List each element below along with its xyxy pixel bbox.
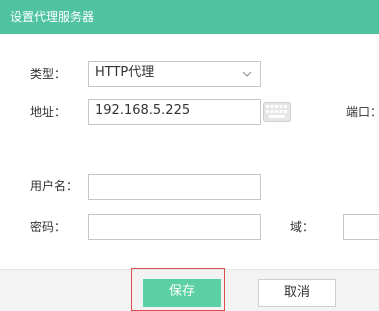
username-label: 用户名： — [30, 179, 79, 193]
username-input[interactable] — [88, 174, 261, 200]
address-input-value: 192.168.5.225 — [95, 103, 191, 118]
type-select[interactable]: HTTP代理 — [88, 61, 261, 87]
type-select-value: HTTP代理 — [95, 65, 155, 80]
type-label: 类型： — [30, 67, 67, 81]
keyboard-icon[interactable] — [263, 102, 291, 122]
address-input[interactable]: 192.168.5.225 — [88, 99, 261, 125]
domain-label: 域： — [290, 220, 315, 234]
cancel-button[interactable]: 取消 — [258, 279, 336, 307]
dialog-titlebar: 设置代理服务器 — [0, 0, 379, 34]
domain-input[interactable] — [343, 214, 379, 240]
save-button[interactable]: 保存 — [143, 279, 221, 307]
port-label: 端口： — [346, 105, 379, 119]
chevron-down-icon — [242, 71, 252, 77]
proxy-settings-dialog: 设置代理服务器 类型： HTTP代理 地址： 192.168.5.225 端口：… — [0, 0, 379, 311]
address-label: 地址： — [30, 105, 67, 119]
password-label: 密码： — [30, 220, 67, 234]
password-input[interactable] — [88, 214, 261, 240]
dialog-title: 设置代理服务器 — [10, 10, 95, 24]
